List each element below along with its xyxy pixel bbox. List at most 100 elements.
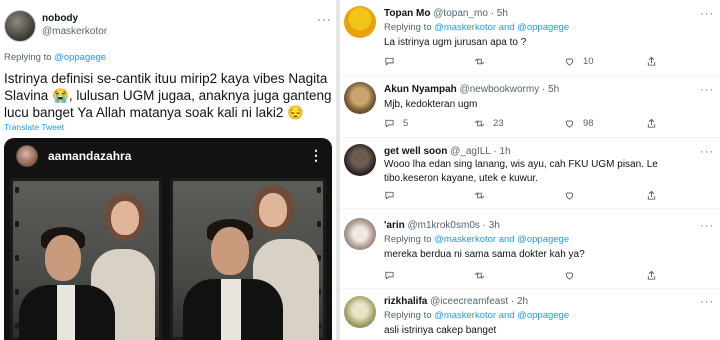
- tweet-text: Istrinya definisi se-cantik ituu mirip2 …: [4, 71, 332, 120]
- reply-button[interactable]: 5: [384, 118, 408, 129]
- tweet-actions: [384, 190, 684, 204]
- replying-to-line: Replying to @oppagege: [4, 52, 106, 63]
- retweet-icon: [474, 272, 485, 279]
- reply-tweet[interactable]: Topan Mo @topan_mo · 5h ··· Replying to …: [340, 0, 720, 76]
- replying-prefix: Replying to: [384, 310, 432, 321]
- avatar[interactable]: [344, 296, 376, 328]
- tweet-media-image[interactable]: aamandazahra ⋮: [4, 138, 332, 340]
- retweet-button[interactable]: [474, 270, 493, 281]
- reply-time[interactable]: 1h: [499, 146, 510, 157]
- reply-text: asli istrinya cakep banget: [384, 325, 497, 336]
- replying-prefix: Replying to: [384, 22, 432, 33]
- retweet-icon: [474, 120, 485, 127]
- replying-to-line: Replying to @maskerkotor and @oppagege: [384, 22, 569, 33]
- retweet-button[interactable]: [474, 190, 493, 201]
- reply-author-name[interactable]: Topan Mo: [384, 8, 430, 19]
- share-icon: [647, 190, 656, 200]
- like-button[interactable]: [564, 270, 583, 281]
- retweet-button[interactable]: 23: [474, 118, 504, 129]
- tweet-actions: 5 23 98: [384, 118, 684, 132]
- share-icon: [647, 270, 656, 280]
- reply-text: Mjb, kedokteran ugm: [384, 99, 478, 110]
- avatar[interactable]: [344, 6, 376, 38]
- instagram-post-header: aamandazahra ⋮: [4, 138, 332, 174]
- tweet-actions: 10: [384, 56, 684, 70]
- avatar[interactable]: [4, 10, 36, 42]
- more-options-icon[interactable]: ···: [700, 84, 714, 96]
- reply-time[interactable]: 2h: [517, 296, 528, 307]
- like-button[interactable]: 98: [564, 118, 594, 129]
- reply-author-handle[interactable]: @newbookwormy: [460, 84, 540, 95]
- heart-icon: [565, 58, 574, 66]
- reply-author-handle[interactable]: @m1krok0sm0s: [408, 220, 480, 231]
- translate-tweet-link[interactable]: Translate Tweet: [4, 122, 64, 132]
- more-options-icon: ⋮: [309, 147, 323, 163]
- reply-button[interactable]: [384, 270, 403, 281]
- more-options-icon[interactable]: ···: [700, 220, 714, 232]
- reply-count: 5: [403, 118, 409, 129]
- reply-author-name[interactable]: get well soon: [384, 146, 447, 157]
- reply-tweet[interactable]: rizkhalifa @iceecreamfeast · 2h ··· Repl…: [340, 290, 720, 340]
- replying-to-line: Replying to @maskerkotor and @oppagege: [384, 310, 569, 321]
- avatar[interactable]: [344, 82, 376, 114]
- couple-photo-right: [170, 178, 326, 340]
- replying-to-line: Replying to @maskerkotor and @oppagege: [384, 234, 569, 245]
- more-options-icon[interactable]: ···: [700, 8, 714, 20]
- tweet-actions: [384, 270, 684, 284]
- more-options-icon[interactable]: ···: [700, 296, 714, 308]
- like-button[interactable]: 10: [564, 56, 594, 67]
- retweet-icon: [474, 192, 485, 199]
- reply-author-name[interactable]: Akun Nyampah: [384, 84, 457, 95]
- divider: [340, 208, 720, 209]
- avatar[interactable]: [344, 218, 376, 250]
- reply-icon: [385, 191, 394, 200]
- reply-icon: [385, 57, 394, 66]
- reply-text: mereka berdua ni sama sama dokter kah ya…: [384, 249, 585, 260]
- reply-icon: [385, 271, 394, 280]
- share-icon: [647, 56, 656, 66]
- reply-author-handle[interactable]: @topan_mo: [433, 8, 488, 19]
- main-tweet-author[interactable]: nobody @maskerkotor: [4, 10, 107, 42]
- replying-prefix: Replying to: [384, 234, 432, 245]
- reply-icon: [385, 119, 394, 128]
- instagram-avatar: [16, 145, 38, 167]
- replying-mention-link[interactable]: @maskerkotor and @oppagege: [434, 310, 569, 321]
- reply-text: Wooo lha edan sing lanang, wis ayu, cah …: [384, 159, 658, 184]
- instagram-username: aamandazahra: [48, 149, 132, 163]
- reply-author-name[interactable]: rizkhalifa: [384, 296, 427, 307]
- retweet-icon: [474, 58, 485, 65]
- more-options-icon[interactable]: ···: [700, 146, 714, 158]
- reply-tweet[interactable]: 'arin @m1krok0sm0s · 3h ··· Replying to …: [340, 212, 720, 289]
- replying-mention-link[interactable]: @oppagege: [54, 52, 106, 63]
- share-icon: [647, 118, 656, 128]
- more-options-icon[interactable]: ···: [317, 12, 332, 26]
- avatar[interactable]: [344, 144, 376, 176]
- retweet-button[interactable]: [474, 56, 493, 67]
- like-count: 10: [583, 56, 594, 67]
- like-button[interactable]: [564, 190, 583, 201]
- share-button[interactable]: [646, 270, 657, 281]
- author-handle[interactable]: @maskerkotor: [42, 26, 107, 37]
- reply-text: La istrinya ugm jurusan apa to ?: [384, 37, 527, 48]
- reply-button[interactable]: [384, 190, 403, 201]
- reply-button[interactable]: [384, 56, 403, 67]
- replying-mention-link[interactable]: @maskerkotor and @oppagege: [434, 22, 569, 33]
- reply-time[interactable]: 3h: [489, 220, 500, 231]
- share-button[interactable]: [646, 190, 657, 201]
- reply-time[interactable]: 5h: [548, 84, 559, 95]
- divider: [340, 288, 720, 289]
- author-name[interactable]: nobody: [42, 13, 107, 24]
- share-button[interactable]: [646, 118, 657, 129]
- retweet-count: 23: [493, 118, 504, 129]
- replies-list: Topan Mo @topan_mo · 5h ··· Replying to …: [340, 0, 720, 340]
- reply-tweet[interactable]: Akun Nyampah @newbookwormy · 5h ··· Mjb,…: [340, 76, 720, 138]
- reply-author-handle[interactable]: @iceecreamfeast: [430, 296, 508, 307]
- reply-tweet[interactable]: get well soon @_agILL · 1h ··· Wooo lha …: [340, 138, 720, 210]
- replying-mention-link[interactable]: @maskerkotor and @oppagege: [434, 234, 569, 245]
- main-tweet: nobody @maskerkotor ··· Replying to @opp…: [0, 0, 336, 340]
- reply-time[interactable]: 5h: [497, 8, 508, 19]
- like-count: 98: [583, 118, 594, 129]
- reply-author-name[interactable]: 'arin: [384, 220, 405, 231]
- share-button[interactable]: [646, 56, 657, 67]
- reply-author-handle[interactable]: @_agILL: [450, 146, 490, 157]
